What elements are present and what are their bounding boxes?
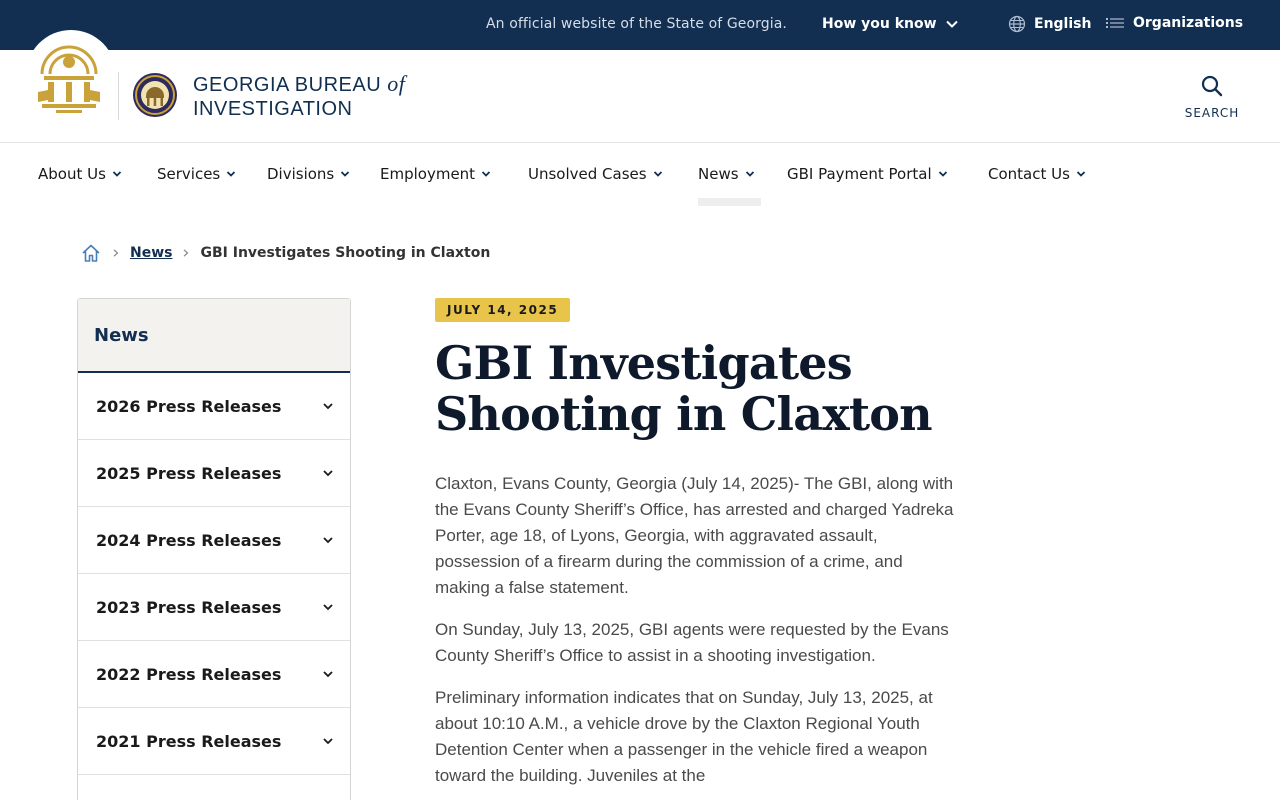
nav-item-services[interactable]: Services	[157, 165, 236, 183]
sidebar-item-label: 2022 Press Releases	[96, 664, 282, 684]
georgia-state-seal-logo[interactable]	[36, 40, 102, 116]
nav-active-indicator	[698, 198, 761, 206]
article-title-line1: GBI Investigates	[435, 336, 853, 390]
language-selector[interactable]: English	[1008, 15, 1091, 33]
sidebar-item-label: 2026 Press Releases	[96, 396, 282, 416]
agency-name-of: of	[387, 71, 406, 96]
agency-name-bureau: GEORGIA BUREAU	[193, 74, 382, 96]
chevron-down-icon	[481, 171, 491, 177]
main-navigation: About Us Services Divisions Employment U…	[0, 143, 1280, 207]
nav-item-news[interactable]: News	[698, 165, 755, 183]
chevron-right-icon	[184, 249, 189, 257]
agency-name[interactable]: GEORGIA BUREAU of INVESTIGATION	[193, 72, 405, 121]
nav-label: Employment	[380, 165, 476, 183]
agency-name-line2: INVESTIGATION	[193, 98, 353, 120]
chevron-down-icon	[227, 171, 236, 177]
nav-item-gbi-payment-portal[interactable]: GBI Payment Portal	[787, 165, 948, 183]
how-you-know-button[interactable]: How you know	[822, 16, 959, 32]
sidebar-item-2024-press-releases[interactable]: 2024 Press Releases	[78, 507, 350, 574]
article-paragraph: On Sunday, July 13, 2025, GBI agents wer…	[435, 620, 949, 665]
nav-item-about-us[interactable]: About Us	[38, 165, 122, 183]
chevron-down-icon	[323, 470, 333, 477]
nav-label: About Us	[38, 165, 106, 183]
chevron-down-icon	[653, 171, 662, 177]
breadcrumb-link-news[interactable]: News	[130, 245, 172, 261]
sidebar-item-2025-press-releases[interactable]: 2025 Press Releases	[78, 440, 350, 507]
official-banner: An official website of the State of Geor…	[0, 0, 1280, 50]
sidebar-item-label: 2024 Press Releases	[96, 530, 282, 550]
chevron-down-icon	[1076, 171, 1086, 177]
chevron-down-icon	[938, 171, 947, 177]
article-paragraph: Preliminary information indicates that o…	[435, 688, 933, 785]
nav-label: Unsolved Cases	[528, 165, 647, 183]
agency-name-line1: GEORGIA BUREAU of	[193, 72, 405, 97]
article-body: Claxton, Evans County, Georgia (July 14,…	[435, 471, 955, 800]
chevron-down-icon	[341, 171, 350, 177]
official-website-text: An official website of the State of Geor…	[486, 16, 787, 32]
breadcrumb: News GBI Investigates Shooting in Claxto…	[80, 241, 490, 265]
nav-label: News	[698, 165, 739, 183]
sidebar-title: News	[78, 299, 350, 373]
sidebar-item-2022-press-releases[interactable]: 2022 Press Releases	[78, 641, 350, 708]
breadcrumb-current: GBI Investigates Shooting in Claxton	[200, 245, 491, 261]
chevron-down-icon	[945, 20, 958, 28]
chevron-down-icon	[323, 738, 333, 745]
organizations-button[interactable]: Organizations	[1105, 15, 1243, 31]
chevron-down-icon	[323, 604, 333, 611]
search-label: SEARCH	[1184, 106, 1240, 120]
search-button[interactable]: SEARCH	[1180, 74, 1244, 122]
news-sidebar: News 2026 Press Releases 2025 Press Rele…	[77, 298, 351, 800]
nav-label: Contact Us	[988, 165, 1070, 183]
article-title: GBI Investigates Shooting in Claxton	[435, 338, 975, 440]
chevron-down-icon	[323, 537, 333, 544]
chevron-down-icon	[323, 403, 333, 410]
sidebar-item-2021-press-releases[interactable]: 2021 Press Releases	[78, 708, 350, 775]
nav-item-contact-us[interactable]: Contact Us	[988, 165, 1086, 183]
header-divider	[118, 72, 119, 120]
article-paragraph: Claxton, Evans County, Georgia (July 14,…	[435, 474, 954, 597]
organizations-label: Organizations	[1133, 15, 1244, 31]
chevron-down-icon	[112, 171, 122, 177]
nav-label: Services	[157, 165, 221, 183]
list-icon	[1106, 18, 1124, 28]
language-label: English	[1034, 16, 1092, 32]
chevron-down-icon	[745, 171, 754, 177]
nav-label: GBI Payment Portal	[787, 165, 932, 183]
sidebar-item-label: 2025 Press Releases	[96, 463, 282, 483]
globe-icon	[1008, 15, 1026, 33]
home-icon[interactable]	[80, 242, 102, 264]
search-icon	[1201, 75, 1223, 97]
article-title-line2: Shooting in Claxton	[435, 387, 933, 441]
sidebar-item-label: 2021 Press Releases	[96, 731, 282, 751]
how-you-know-label: How you know	[822, 16, 937, 32]
chevron-right-icon	[113, 249, 119, 257]
gbi-badge-logo[interactable]	[132, 70, 178, 120]
nav-item-unsolved-cases[interactable]: Unsolved Cases	[528, 165, 663, 183]
date-badge: JULY 14, 2025	[435, 298, 571, 322]
sidebar-item-label: 2023 Press Releases	[96, 597, 282, 617]
chevron-down-icon	[323, 671, 333, 678]
nav-label: Divisions	[267, 165, 335, 183]
sidebar-item-2026-press-releases[interactable]: 2026 Press Releases	[78, 373, 350, 440]
sidebar-item-2023-press-releases[interactable]: 2023 Press Releases	[78, 574, 350, 641]
nav-item-employment[interactable]: Employment	[380, 165, 491, 183]
nav-item-divisions[interactable]: Divisions	[267, 165, 350, 183]
